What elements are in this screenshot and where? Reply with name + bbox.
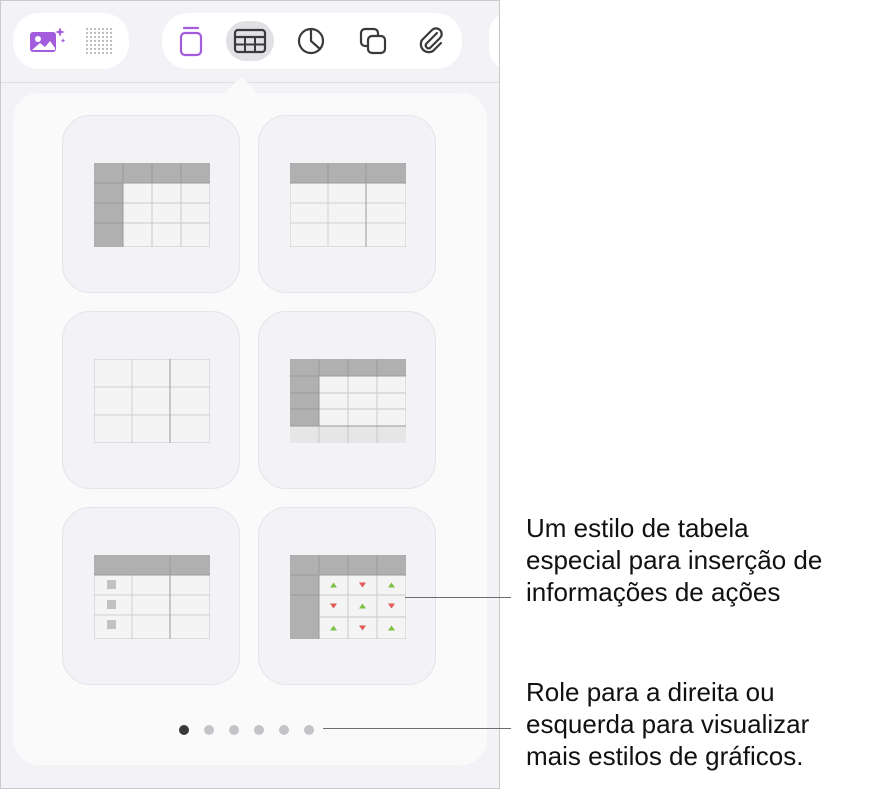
text-icon bbox=[179, 26, 203, 57]
toolbar-group-overflow bbox=[489, 13, 499, 69]
callout-line-stocks bbox=[405, 597, 511, 598]
table-thumbnail-stocks bbox=[290, 555, 406, 639]
table-thumbnail-header-row-column bbox=[94, 163, 210, 247]
table-style-header-row-column[interactable] bbox=[62, 115, 240, 293]
chart-icon bbox=[297, 27, 325, 55]
media-button[interactable] bbox=[23, 21, 71, 61]
table-style-checklist[interactable] bbox=[62, 507, 240, 685]
shape-button[interactable] bbox=[349, 21, 397, 61]
page-dot[interactable] bbox=[304, 725, 314, 735]
table-style-stocks[interactable] bbox=[258, 507, 436, 685]
page-dot[interactable] bbox=[254, 725, 264, 735]
page-dot[interactable] bbox=[204, 725, 214, 735]
table-icon bbox=[233, 28, 267, 54]
table-thumbnail-plain bbox=[94, 359, 210, 443]
callout-stocks-line-3: informações de ações bbox=[526, 577, 781, 607]
grid-button[interactable] bbox=[75, 21, 123, 61]
page-dot[interactable] bbox=[229, 725, 239, 735]
table-button[interactable] bbox=[226, 21, 274, 61]
callout-line-pagination bbox=[323, 728, 511, 729]
text-button[interactable] bbox=[167, 21, 215, 61]
attachment-button[interactable] bbox=[407, 21, 455, 61]
callout-stocks-line-1: Um estilo de tabela bbox=[526, 513, 749, 543]
callout-stocks: Um estilo de tabela especial para inserç… bbox=[526, 512, 822, 608]
table-thumbnail-header-row bbox=[290, 163, 406, 247]
page-indicator[interactable] bbox=[179, 723, 314, 737]
table-thumbnail-checklist bbox=[94, 555, 210, 639]
callout-pagination: Role para a direita ou esquerda para vis… bbox=[526, 676, 809, 772]
shape-icon bbox=[359, 27, 387, 55]
table-thumbnail-header-footer bbox=[290, 359, 406, 443]
insert-popover-window bbox=[0, 0, 500, 789]
callout-pagination-line-2: esquerda para visualizar bbox=[526, 709, 810, 739]
callout-stocks-line-2: especial para inserção de bbox=[526, 545, 823, 575]
page-dot[interactable] bbox=[279, 725, 289, 735]
table-style-header-row[interactable] bbox=[258, 115, 436, 293]
attachment-icon bbox=[419, 27, 443, 54]
media-icon bbox=[30, 27, 66, 52]
grid-icon bbox=[85, 27, 113, 55]
chart-button[interactable] bbox=[287, 21, 335, 61]
callout-pagination-line-3: mais estilos de gráficos. bbox=[526, 741, 804, 771]
page-dot[interactable] bbox=[179, 725, 189, 735]
table-style-header-row-column-footer[interactable] bbox=[258, 311, 436, 489]
toolbar bbox=[1, 1, 499, 83]
callout-pagination-line-1: Role para a direita ou bbox=[526, 677, 775, 707]
table-style-plain[interactable] bbox=[62, 311, 240, 489]
